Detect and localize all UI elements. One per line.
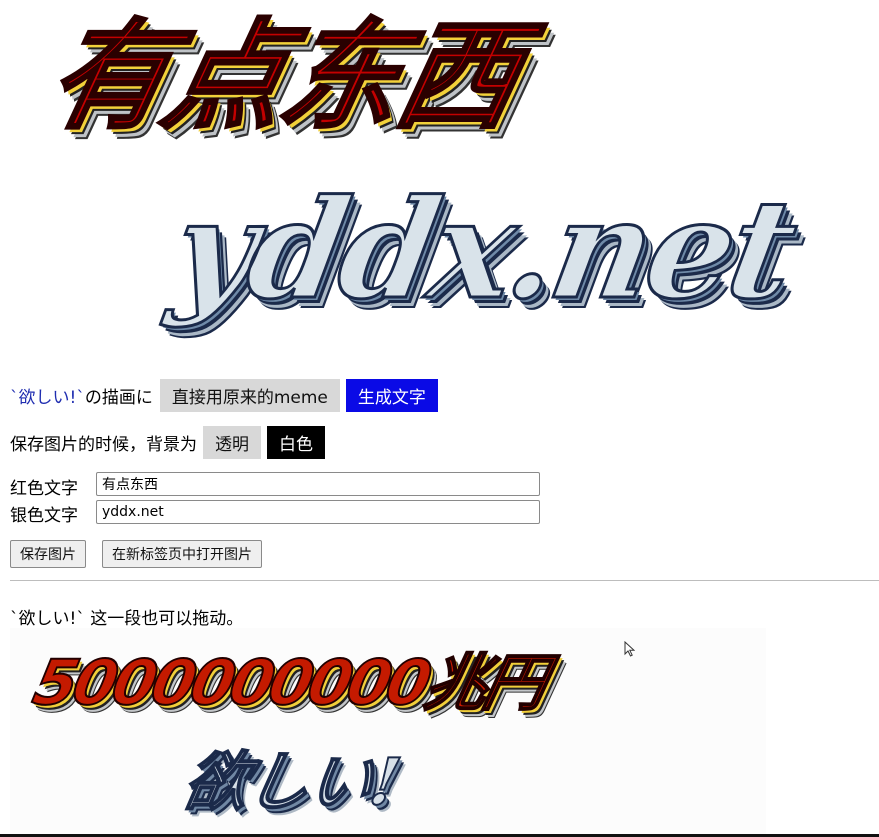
- preview-red-text: 5000000000兆円: [26, 645, 551, 720]
- render-mode-target: `欲しい!`: [10, 387, 85, 408]
- open-in-new-tab-button[interactable]: 在新标签页中打开图片: [102, 540, 262, 568]
- red-text-input[interactable]: [96, 472, 540, 496]
- logo-silver-text: yddx.net: [160, 169, 805, 332]
- render-mode-label: の描画に: [84, 387, 153, 408]
- red-text-label: 红色文字: [10, 479, 78, 499]
- silver-text-label: 银色文字: [10, 506, 78, 526]
- mouse-pointer-icon: [624, 641, 635, 657]
- silver-text-input[interactable]: [96, 500, 540, 524]
- background-row: 保存图片的时候，背景为 透明 白色: [10, 425, 325, 459]
- save-image-button[interactable]: 保存图片: [10, 540, 86, 568]
- preview-canvas[interactable]: 5000000000兆円 欲しい!: [10, 628, 766, 837]
- transparent-background-button[interactable]: 透明: [203, 425, 261, 459]
- drag-note: `欲しい!` 这一段也可以拖动。: [10, 609, 244, 629]
- generate-text-button[interactable]: 生成文字: [345, 378, 438, 412]
- white-background-button[interactable]: 白色: [267, 425, 325, 459]
- background-label: 保存图片的时候，背景为: [10, 434, 197, 455]
- render-mode-row: `欲しい!` の描画に 直接用原来的meme 生成文字: [10, 378, 438, 412]
- original-meme-button[interactable]: 直接用原来的meme: [159, 378, 340, 412]
- preview-silver-text[interactable]: 欲しい!: [177, 738, 405, 828]
- divider: [10, 580, 879, 581]
- logo-red-text: 有点东西: [36, 6, 532, 147]
